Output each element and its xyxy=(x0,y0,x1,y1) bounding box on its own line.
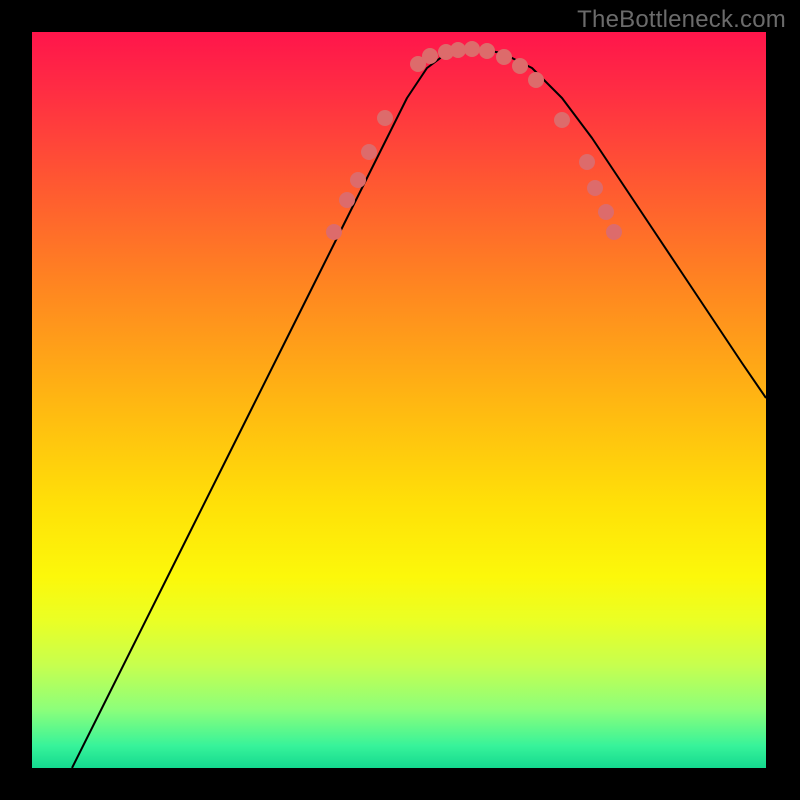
data-point xyxy=(579,154,595,170)
data-point xyxy=(587,180,603,196)
bottleneck-curve xyxy=(72,48,766,768)
plot-area xyxy=(32,32,768,768)
right-edge-cap xyxy=(766,32,768,768)
data-point xyxy=(422,48,438,64)
data-point xyxy=(326,224,342,240)
data-point xyxy=(450,42,466,58)
data-point xyxy=(377,110,393,126)
data-point xyxy=(479,43,495,59)
data-point xyxy=(598,204,614,220)
data-point xyxy=(528,72,544,88)
data-point xyxy=(361,144,377,160)
data-point xyxy=(512,58,528,74)
marker-group xyxy=(326,41,622,240)
chart-frame: TheBottleneck.com xyxy=(0,0,800,800)
data-point xyxy=(339,192,355,208)
data-point xyxy=(606,224,622,240)
curve-svg xyxy=(32,32,768,768)
data-point xyxy=(350,172,366,188)
data-point xyxy=(496,49,512,65)
watermark-label: TheBottleneck.com xyxy=(577,6,786,34)
data-point xyxy=(464,41,480,57)
data-point xyxy=(554,112,570,128)
